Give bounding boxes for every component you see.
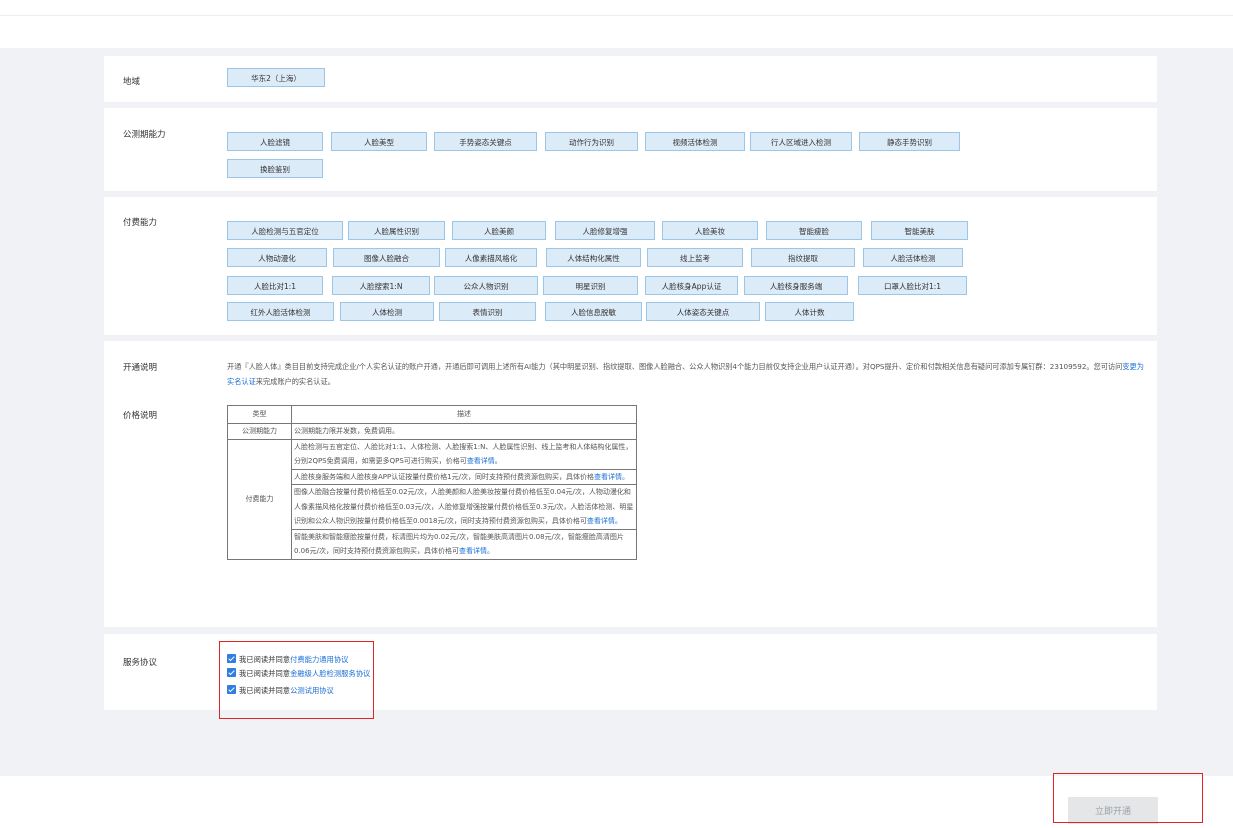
- paid-ability-chip[interactable]: 人像素描风格化: [445, 248, 537, 267]
- pricing-beta-type: 公测期能力: [227, 423, 292, 440]
- top-bar: [0, 0, 1233, 48]
- pricing-header-type: 类型: [227, 405, 292, 424]
- pricing-header-desc: 描述: [291, 405, 637, 424]
- beta-ability-chip[interactable]: 人脸美型: [331, 132, 427, 151]
- activation-text: 开通『人脸人体』类目目前支持完成企业/个人实名认证的账户开通，开通后即可调用上述…: [227, 359, 1147, 389]
- paid-ability-chip[interactable]: 公众人物识别: [434, 276, 538, 295]
- region-option[interactable]: 华东2（上海）: [227, 68, 325, 87]
- paid-ability-chip[interactable]: 人体结构化属性: [546, 248, 641, 267]
- paid-ability-chip[interactable]: 图像人脸融合: [333, 248, 440, 267]
- paid-ability-chip[interactable]: 人脸搜索1:N: [332, 276, 430, 295]
- paid-ability-chip[interactable]: 人脸检测与五官定位: [227, 221, 343, 240]
- activation-label: 开通说明: [123, 363, 158, 373]
- pricing-paid-text-3: 图像人脸融合按量付费价格低至0.02元/次，人脸美颜和人脸美妆按量付费价格低至0…: [294, 488, 634, 525]
- paid-ability-chip[interactable]: 人脸美颜: [452, 221, 546, 240]
- paid-ability-chip[interactable]: 智能瘦脸: [766, 221, 862, 240]
- paid-ability-chip[interactable]: 人脸属性识别: [348, 221, 445, 240]
- agreement-label: 服务协议: [123, 658, 158, 668]
- details-link-4[interactable]: 查看详情。: [459, 547, 494, 555]
- region-label: 地域: [123, 77, 141, 87]
- beta-ability-chip[interactable]: 行人区域进入检测: [750, 132, 852, 151]
- paid-ability-chip[interactable]: 口罩人脸比对1:1: [858, 276, 967, 295]
- paid-ability-chip[interactable]: 人脸美妆: [662, 221, 758, 240]
- activation-text-1: 开通『人脸人体』类目目前支持完成企业/个人实名认证的账户开通，开通后即可调用上述…: [227, 362, 1123, 371]
- pricing-paid-row-1: 付费能力 人脸检测与五官定位、人脸比对1:1、人体检测、人脸搜索1:N、人脸属性…: [227, 438, 637, 560]
- details-link-2[interactable]: 查看详情。: [594, 473, 629, 481]
- pricing-header-row: 类型 描述: [227, 405, 637, 424]
- beta-abilities-label: 公测期能力: [123, 130, 166, 140]
- pricing-label: 价格说明: [123, 411, 158, 421]
- paid-ability-chip[interactable]: 明星识别: [543, 276, 638, 295]
- pricing-paid-desc-1: 人脸检测与五官定位、人脸比对1:1、人体检测、人脸搜索1:N、人脸属性识别、线上…: [291, 438, 637, 470]
- beta-ability-chip[interactable]: 动作行为识别: [545, 132, 638, 151]
- submit-highlight-box: [1053, 773, 1203, 823]
- beta-ability-chip[interactable]: 手势姿态关键点: [434, 132, 537, 151]
- paid-ability-chip[interactable]: 人物动漫化: [227, 248, 327, 267]
- details-link-3[interactable]: 查看详情。: [587, 517, 622, 525]
- pricing-paid-text-1: 人脸检测与五官定位、人脸比对1:1、人体检测、人脸搜索1:N、人脸属性识别、线上…: [294, 442, 633, 466]
- details-link-1[interactable]: 查看详情。: [467, 457, 502, 465]
- pricing-paid-text-2: 人脸核身服务端和人脸核身APP认证按量付费价格1元/次，同时支持预付费资源包购买…: [294, 472, 595, 481]
- pricing-paid-desc-4: 智能美肤和智能瘦脸按量付费，标清图片均为0.02元/次，智能美肤高清图片0.08…: [291, 528, 637, 560]
- beta-ability-chip[interactable]: 静态手势识别: [859, 132, 960, 151]
- paid-ability-chip[interactable]: 人脸比对1:1: [227, 276, 323, 295]
- pricing-beta-row: 公测期能力 公测期能力限并发数，免费调用。: [227, 423, 637, 440]
- pricing-paid-desc-2: 人脸核身服务端和人脸核身APP认证按量付费价格1元/次，同时支持预付费资源包购买…: [291, 468, 637, 485]
- paid-ability-chip[interactable]: 红外人脸活体检测: [227, 302, 334, 321]
- beta-ability-chip[interactable]: 换脸鉴别: [227, 159, 323, 178]
- activation-text-2: 来完成账户的实名认证。: [255, 377, 335, 386]
- pricing-table: 类型 描述 公测期能力 公测期能力限并发数，免费调用。 付费能力 人脸检测与五官…: [227, 405, 637, 560]
- paid-ability-chip[interactable]: 人脸核身App认证: [645, 276, 738, 295]
- paid-ability-chip[interactable]: 表情识别: [439, 302, 536, 321]
- paid-ability-chip[interactable]: 指纹提取: [751, 248, 855, 267]
- beta-ability-chip[interactable]: 人脸滤镜: [227, 132, 323, 151]
- agreement-highlight-box: [219, 641, 374, 719]
- paid-ability-chip[interactable]: 人脸信息脱敏: [545, 302, 642, 321]
- paid-ability-chip[interactable]: 智能美肤: [871, 221, 968, 240]
- paid-ability-chip[interactable]: 人体姿态关键点: [646, 302, 760, 321]
- beta-ability-chip[interactable]: 视频活体检测: [645, 132, 745, 151]
- paid-ability-chip[interactable]: 人脸修复增强: [555, 221, 655, 240]
- pricing-paid-desc-3: 图像人脸融合按量付费价格低至0.02元/次，人脸美颜和人脸美妆按量付费价格低至0…: [291, 484, 637, 530]
- pricing-beta-desc: 公测期能力限并发数，免费调用。: [291, 423, 637, 440]
- paid-ability-chip[interactable]: 人体检测: [340, 302, 434, 321]
- bottom-bar: [0, 776, 1233, 828]
- paid-ability-chip[interactable]: 人脸活体检测: [863, 248, 963, 267]
- paid-ability-chip[interactable]: 人脸核身服务端: [744, 276, 848, 295]
- pricing-paid-type: 付费能力: [227, 438, 292, 560]
- top-divider: [0, 15, 1233, 16]
- paid-ability-chip[interactable]: 人体计数: [765, 302, 854, 321]
- paid-ability-chip[interactable]: 线上监考: [647, 248, 743, 267]
- paid-abilities-label: 付费能力: [123, 218, 158, 228]
